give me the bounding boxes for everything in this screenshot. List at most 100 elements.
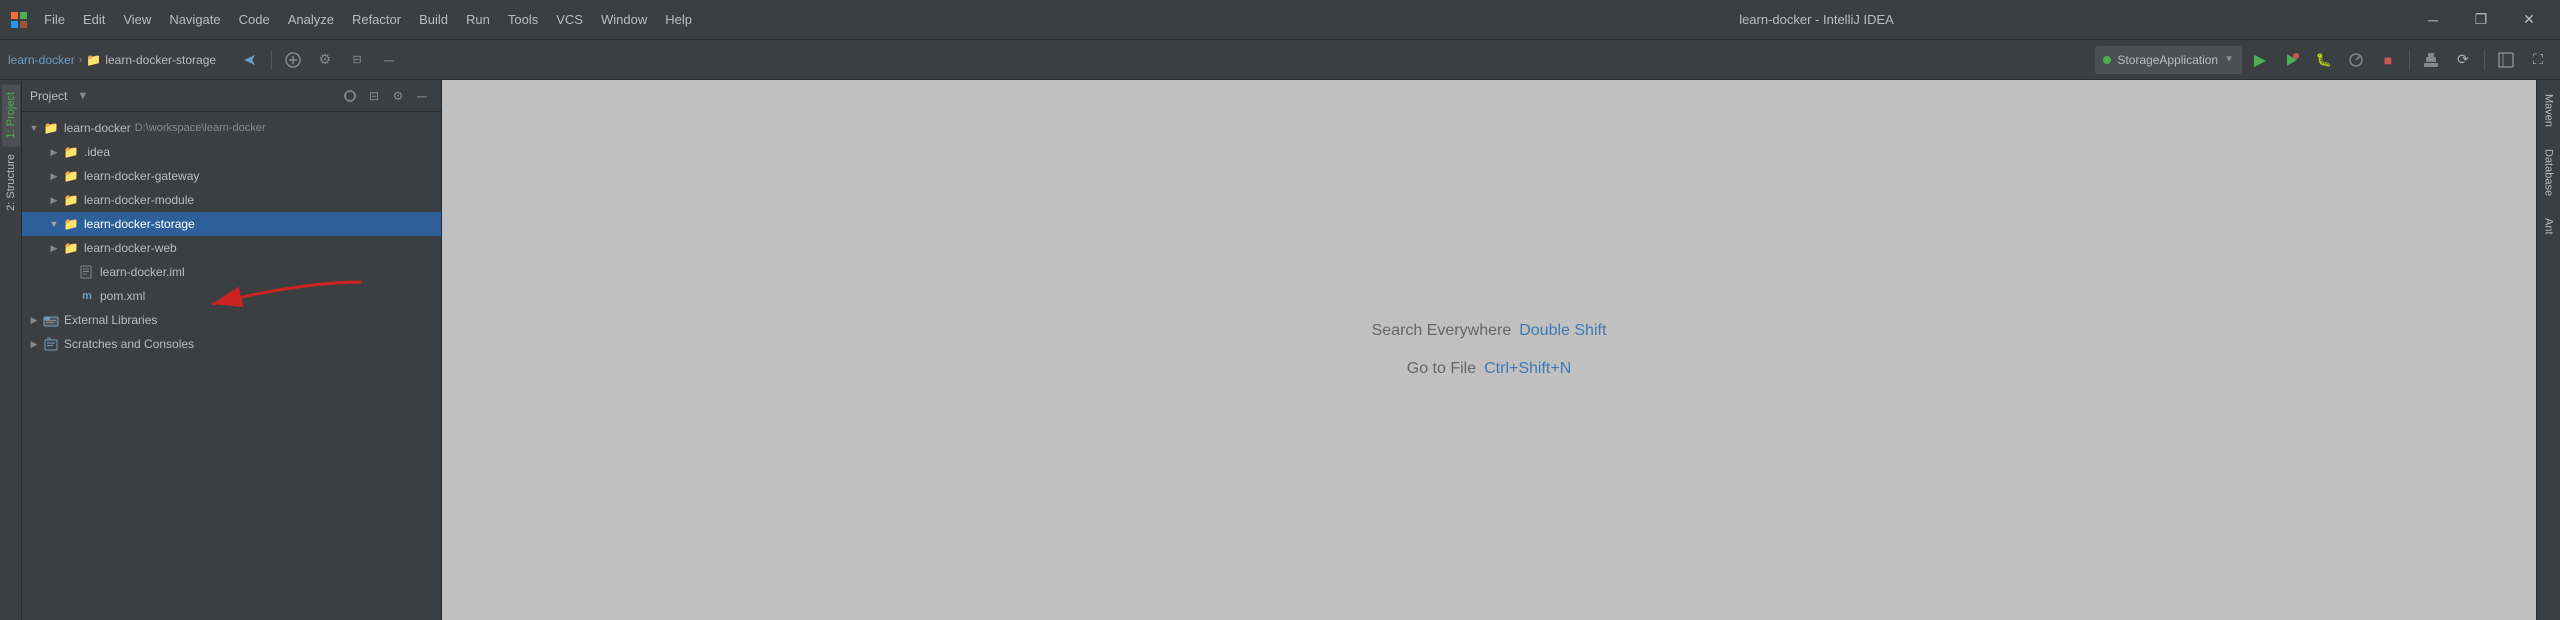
title-bar: File Edit View Navigate Code Analyze Ref…: [0, 0, 2560, 40]
tree-item-storage[interactable]: 📁 learn-docker-storage: [22, 212, 441, 236]
run-with-profiler-button[interactable]: [2342, 46, 2370, 74]
run-config-dropdown-icon[interactable]: ▼: [2224, 54, 2234, 65]
folder-icon-storage: 📁: [62, 215, 80, 233]
goto-hint-label: Go to File: [1407, 360, 1476, 378]
toolbar-separator-3: [2484, 50, 2485, 70]
back-button[interactable]: ➤: [236, 46, 264, 74]
sidebar-item-project[interactable]: 1: Project: [2, 84, 20, 146]
left-sidebar-tabs: 1: Project 2: Structure: [0, 80, 22, 620]
collapse-all-tree-button[interactable]: ⊟: [363, 85, 385, 107]
minimize-button[interactable]: ─: [2410, 4, 2456, 36]
folder-icon-module: 📁: [62, 191, 80, 209]
file-icon-iml: [78, 263, 96, 281]
tree-settings-button[interactable]: ⚙: [387, 85, 409, 107]
tree-label-iml: learn-docker.iml: [100, 265, 185, 279]
tree-label-module: learn-docker-module: [84, 193, 194, 207]
run-coverage-button[interactable]: [2278, 46, 2306, 74]
folder-icon-gateway: 📁: [62, 167, 80, 185]
run-config-name: StorageApplication: [2117, 53, 2218, 67]
expand-icon-idea[interactable]: [46, 144, 62, 160]
project-header-actions: ⊟ ⚙ ─: [339, 85, 433, 107]
debug-button[interactable]: 🐛: [2310, 46, 2338, 74]
tree-item-module[interactable]: 📁 learn-docker-module: [22, 188, 441, 212]
sidebar-item-ant[interactable]: Ant: [2540, 208, 2558, 245]
project-title: Project: [30, 89, 67, 103]
close-button[interactable]: ✕: [2506, 4, 2552, 36]
expand-icon-gateway[interactable]: [46, 168, 62, 184]
menu-help[interactable]: Help: [657, 9, 700, 30]
tree-label-web: learn-docker-web: [84, 241, 177, 255]
tree-label-idea: .idea: [84, 145, 110, 159]
tree-label-root-path: D:\workspace\learn-docker: [135, 122, 266, 134]
close-panel-button[interactable]: ─: [375, 46, 403, 74]
tree-label-root: learn-docker: [64, 121, 131, 135]
sidebar-item-database[interactable]: Database: [2540, 139, 2558, 206]
expand-icon-external-libs[interactable]: [26, 312, 42, 328]
breadcrumb-root[interactable]: learn-docker: [8, 53, 75, 67]
tree-item-web[interactable]: 📁 learn-docker-web: [22, 236, 441, 260]
build-button[interactable]: [2417, 46, 2445, 74]
expand-icon-module[interactable]: [46, 192, 62, 208]
tree-item-gateway[interactable]: 📁 learn-docker-gateway: [22, 164, 441, 188]
tree-item-scratches[interactable]: Scratches and Consoles: [22, 332, 441, 356]
settings-button[interactable]: ⚙: [311, 46, 339, 74]
window-controls: ─ ❐ ✕: [2410, 4, 2552, 36]
expand-editor-button[interactable]: [2492, 46, 2520, 74]
breadcrumb-sep: ›: [79, 54, 83, 66]
menu-code[interactable]: Code: [231, 9, 278, 30]
tree-item-iml[interactable]: learn-docker.iml: [22, 260, 441, 284]
collapse-all-button[interactable]: ⊟: [343, 46, 371, 74]
tree-item-external-libs[interactable]: External Libraries: [22, 308, 441, 332]
run-configuration[interactable]: StorageApplication ▼: [2095, 46, 2242, 74]
menu-analyze[interactable]: Analyze: [280, 9, 342, 30]
run-button[interactable]: ▶: [2246, 46, 2274, 74]
tree-label-storage: learn-docker-storage: [84, 217, 195, 231]
tree-label-scratches: Scratches and Consoles: [64, 337, 194, 351]
sidebar-item-maven[interactable]: Maven: [2540, 84, 2558, 137]
goto-hint-key: Ctrl+Shift+N: [1484, 360, 1571, 378]
expand-icon-root[interactable]: [26, 120, 42, 136]
menu-run[interactable]: Run: [458, 9, 498, 30]
restore-button[interactable]: ❐: [2458, 4, 2504, 36]
tree-item-idea[interactable]: 📁 .idea: [22, 140, 441, 164]
goto-hint: Go to File Ctrl+Shift+N: [1407, 360, 1572, 378]
hide-panel-button[interactable]: ─: [411, 85, 433, 107]
full-screen-button[interactable]: ⛶: [2524, 46, 2552, 74]
tree-label-gateway: learn-docker-gateway: [84, 169, 199, 183]
menu-edit[interactable]: Edit: [75, 9, 113, 30]
title-text: learn-docker - IntelliJ IDEA: [1223, 12, 2410, 27]
tree-item-pom[interactable]: m pom.xml: [22, 284, 441, 308]
menu-vcs[interactable]: VCS: [548, 9, 591, 30]
add-file-button[interactable]: [279, 46, 307, 74]
tree-label-external-libs: External Libraries: [64, 313, 157, 327]
folder-icon-small: 📁: [86, 53, 101, 67]
folder-icon-external-libs: [42, 311, 60, 329]
toolbar-separator-2: [2409, 50, 2410, 70]
folder-icon-root: 📁: [42, 119, 60, 137]
menu-bar: File Edit View Navigate Code Analyze Ref…: [36, 9, 1223, 30]
right-sidebar-tabs: Maven Database Ant: [2536, 80, 2560, 620]
folder-icon-scratches: [42, 335, 60, 353]
menu-build[interactable]: Build: [411, 9, 456, 30]
sidebar-item-structure[interactable]: 2: Structure: [2, 146, 20, 219]
expand-icon-web[interactable]: [46, 240, 62, 256]
tree-label-pom: pom.xml: [100, 289, 145, 303]
breadcrumb-current[interactable]: learn-docker-storage: [105, 53, 216, 67]
file-icon-pom: m: [78, 287, 96, 305]
menu-window[interactable]: Window: [593, 9, 655, 30]
app-icon: [8, 9, 30, 31]
menu-file[interactable]: File: [36, 9, 73, 30]
rebuild-button[interactable]: ⟳: [2449, 46, 2477, 74]
menu-view[interactable]: View: [115, 9, 159, 30]
editor-area: Search Everywhere Double Shift Go to Fil…: [442, 80, 2536, 620]
locate-in-tree-button[interactable]: [339, 85, 361, 107]
menu-navigate[interactable]: Navigate: [161, 9, 228, 30]
stop-button[interactable]: ■: [2374, 46, 2402, 74]
expand-icon-scratches[interactable]: [26, 336, 42, 352]
menu-tools[interactable]: Tools: [500, 9, 546, 30]
expand-icon-storage[interactable]: [46, 216, 62, 232]
run-config-indicator: [2103, 56, 2111, 64]
menu-refactor[interactable]: Refactor: [344, 9, 409, 30]
project-panel-header: Project ▼ ⊟ ⚙ ─: [22, 80, 441, 112]
tree-item-root[interactable]: 📁 learn-docker D:\workspace\learn-docker: [22, 116, 441, 140]
